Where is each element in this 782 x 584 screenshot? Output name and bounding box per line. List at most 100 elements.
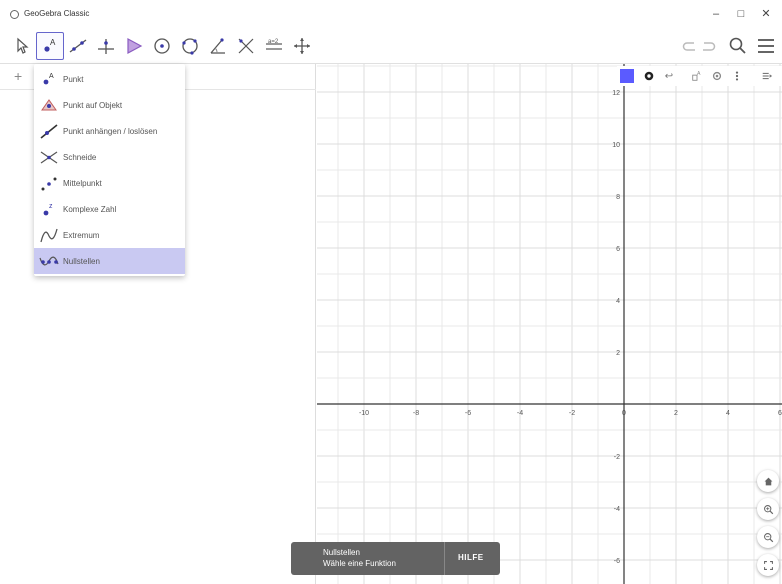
point-menu-item-label: Mittelpunkt <box>63 178 102 188</box>
x-axis-tick-label: -6 <box>465 410 471 417</box>
maximize-button[interactable]: □ <box>731 7 751 21</box>
redo-button[interactable] <box>694 32 722 60</box>
close-button[interactable]: ✕ <box>756 7 776 21</box>
circle-three-points-tool-button[interactable] <box>176 32 204 60</box>
point-menu-item-label: Punkt auf Objekt <box>63 100 123 110</box>
circle-center-tool-icon <box>154 38 170 54</box>
slider-tool-button[interactable]: a=2 <box>260 32 288 60</box>
svg-text:a=2: a=2 <box>268 39 279 45</box>
slider-tool-icon: a=2 <box>266 39 282 50</box>
polygon-tool-icon <box>127 37 143 55</box>
zoom-in-icon <box>763 504 773 514</box>
point-menu-item[interactable]: Extremum <box>34 222 185 248</box>
reflect-tool-button[interactable] <box>232 32 260 60</box>
more-vert-icon <box>735 71 739 81</box>
color-swatch <box>620 69 634 83</box>
hamburger-menu-icon <box>758 39 774 53</box>
fullscreen-button[interactable] <box>757 554 779 576</box>
angle-tool-icon <box>210 38 225 54</box>
style-bar-undo-button[interactable]: ↩ <box>661 68 677 84</box>
y-axis-tick-label: -2 <box>614 454 620 461</box>
point-menu-item[interactable]: Punkt anhängen / loslösen <box>34 118 185 144</box>
line-tool-icon <box>69 39 87 53</box>
point-menu-item[interactable]: Punkt auf Objekt <box>34 92 185 118</box>
complex-number-icon: z <box>38 199 60 219</box>
snackbar-tool-name: Nullstellen <box>323 548 360 557</box>
angle-tool-button[interactable] <box>204 32 232 60</box>
move-view-tool-icon <box>294 38 310 54</box>
main-menu-button[interactable] <box>752 32 780 60</box>
x-axis-tick-label: -8 <box>413 410 419 417</box>
minimize-button[interactable]: – <box>706 7 726 21</box>
y-axis-tick-label: 10 <box>612 142 620 149</box>
svg-text:A: A <box>50 38 56 47</box>
window-title: GeoGebra Classic <box>24 9 90 18</box>
point-style-button[interactable] <box>641 68 657 84</box>
y-axis-tick-label: -4 <box>614 506 620 513</box>
home-view-button[interactable] <box>757 470 779 492</box>
point-menu-item[interactable]: Schneide <box>34 144 185 170</box>
toggle-style-bar-icon <box>762 72 773 80</box>
point-style-icon <box>644 71 654 81</box>
graphics-settings-button[interactable] <box>709 68 725 84</box>
redo-icon <box>703 42 716 51</box>
point-menu-item[interactable]: A Punkt <box>34 66 185 92</box>
y-axis-tick-label: 8 <box>616 194 620 201</box>
perpendicular-tool-button[interactable] <box>92 32 120 60</box>
svg-text:A: A <box>49 73 54 80</box>
algebra-add-input-button[interactable]: + <box>14 68 22 84</box>
point-tool-button[interactable]: A <box>36 32 64 60</box>
x-axis-tick-label: 0 <box>622 410 626 417</box>
x-axis-tick-label: 2 <box>674 410 678 417</box>
color-picker-button[interactable] <box>619 68 635 84</box>
x-axis-tick-label: -2 <box>569 410 575 417</box>
point-tools-dropdown: A Punkt Punkt auf Objekt Punkt anhängen / l… <box>34 64 185 276</box>
point-menu-item-label: Extremum <box>63 230 100 240</box>
x-axis-tick-label: 4 <box>726 410 730 417</box>
zoom-in-button[interactable] <box>757 498 779 520</box>
svg-text:z: z <box>49 203 53 210</box>
snackbar-divider <box>444 542 445 575</box>
point-menu-item-label: Punkt <box>63 74 84 84</box>
extremum-icon <box>38 225 60 245</box>
x-axis-tick-label: -10 <box>359 410 369 417</box>
point-menu-item-label: Punkt anhängen / loslösen <box>63 126 158 136</box>
graphics-view[interactable]: -10 -8 -6 -4 -2 0 2 4 6 12 10 8 6 4 2 -2 -4 -6 ↩ A <box>317 64 782 584</box>
svg-text:A: A <box>697 71 701 77</box>
toggle-style-bar-button[interactable] <box>759 68 775 84</box>
zoom-out-button[interactable] <box>757 526 779 548</box>
y-axis-tick-label: 4 <box>616 298 620 305</box>
tool-help-snackbar: Nullstellen Wähle eine Funktion HILFE <box>291 542 500 575</box>
point-on-object-icon <box>38 95 60 115</box>
point-menu-item[interactable]: Nullstellen <box>34 248 185 274</box>
point-icon: A <box>38 69 60 89</box>
attach-detach-point-icon <box>38 121 60 141</box>
point-menu-item[interactable]: Mittelpunkt <box>34 170 185 196</box>
polygon-tool-button[interactable] <box>120 32 148 60</box>
more-options-button[interactable] <box>729 68 745 84</box>
window-titlebar: GeoGebra Classic – □ ✕ <box>0 0 782 28</box>
snackbar-help-button[interactable]: HILFE <box>458 553 484 562</box>
midpoint-icon <box>38 173 60 193</box>
x-axis-tick-label: 6 <box>778 410 782 417</box>
circle-three-points-tool-icon <box>182 38 198 55</box>
coordinate-grid[interactable]: -10 -8 -6 -4 -2 0 2 4 6 12 10 8 6 4 2 -2 -4 -6 <box>317 64 782 584</box>
geogebra-app-icon <box>10 10 19 19</box>
move-tool-button[interactable] <box>8 32 36 60</box>
point-tool-icon: A <box>44 38 56 52</box>
circle-center-tool-button[interactable] <box>148 32 176 60</box>
label-style-button[interactable]: A <box>689 68 705 84</box>
line-tool-button[interactable] <box>64 32 92 60</box>
point-menu-item-label: Komplexe Zahl <box>63 204 117 214</box>
snackbar-tool-hint: Wähle eine Funktion <box>323 559 396 568</box>
point-menu-item-label: Nullstellen <box>63 256 100 266</box>
search-button[interactable] <box>724 32 752 60</box>
x-axis-tick-label: -4 <box>517 410 523 417</box>
point-menu-item-label: Schneide <box>63 152 97 162</box>
y-axis-tick-label: 12 <box>612 90 620 97</box>
intersect-icon <box>38 147 60 167</box>
move-view-tool-button[interactable] <box>288 32 316 60</box>
label-style-icon: A <box>692 71 701 81</box>
main-toolbar: A a=2 <box>0 28 782 64</box>
point-menu-item[interactable]: z Komplexe Zahl <box>34 196 185 222</box>
